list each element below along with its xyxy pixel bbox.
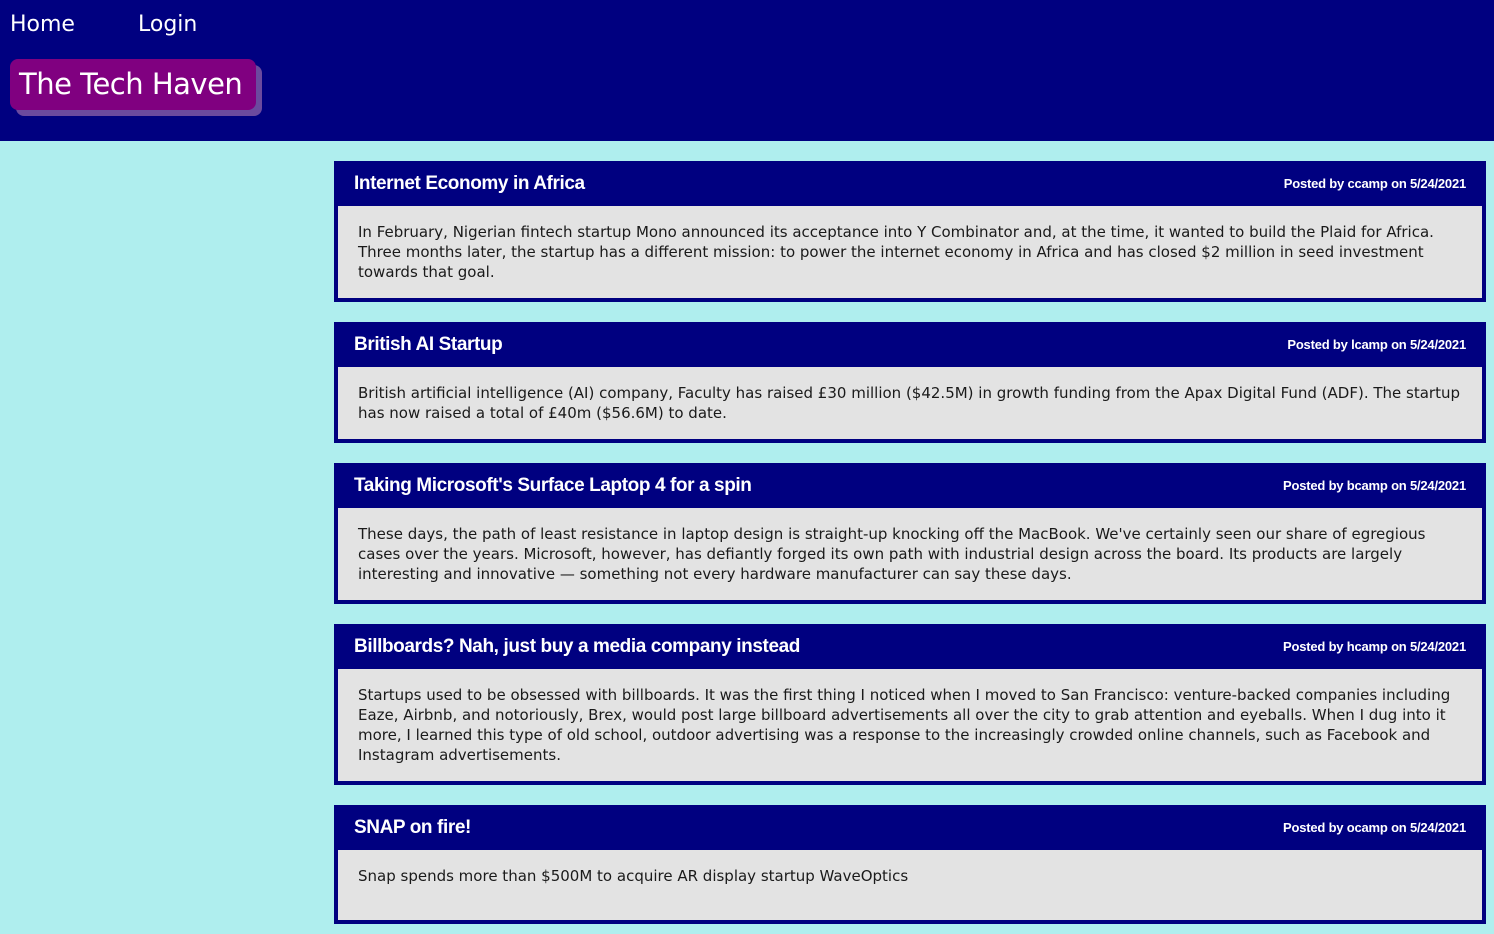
post-meta: Posted by ccamp on 5/24/2021 — [1283, 176, 1466, 191]
nav-home-link[interactable]: Home — [10, 10, 75, 40]
post-list: Internet Economy in Africa Posted by cca… — [334, 161, 1486, 934]
post-body: Snap spends more than $500M to acquire A… — [338, 850, 1482, 920]
post-card[interactable]: Internet Economy in Africa Posted by cca… — [334, 161, 1486, 302]
post-card[interactable]: Billboards? Nah, just buy a media compan… — [334, 624, 1486, 785]
post-title[interactable]: British AI Startup — [354, 334, 503, 356]
post-header: British AI Startup Posted by lcamp on 5/… — [338, 322, 1482, 367]
post-card[interactable]: SNAP on fire! Posted by ocamp on 5/24/20… — [334, 805, 1486, 924]
post-title[interactable]: Taking Microsoft's Surface Laptop 4 for … — [354, 475, 752, 497]
post-body: British artificial intelligence (AI) com… — [338, 367, 1482, 439]
post-title[interactable]: Billboards? Nah, just buy a media compan… — [354, 636, 800, 658]
post-meta: Posted by ocamp on 5/24/2021 — [1283, 820, 1466, 835]
post-body: Startups used to be obsessed with billbo… — [338, 669, 1482, 781]
nav-login-link[interactable]: Login — [138, 10, 197, 40]
post-header: Billboards? Nah, just buy a media compan… — [338, 624, 1482, 669]
post-body: In February, Nigerian fintech startup Mo… — [338, 206, 1482, 298]
post-meta: Posted by hcamp on 5/24/2021 — [1283, 639, 1466, 654]
post-header: Internet Economy in Africa Posted by cca… — [338, 161, 1482, 206]
site-header: Home Login The Tech Haven — [0, 0, 1494, 141]
post-title[interactable]: Internet Economy in Africa — [354, 173, 585, 195]
post-meta: Posted by bcamp on 5/24/2021 — [1283, 478, 1466, 493]
post-card[interactable]: British AI Startup Posted by lcamp on 5/… — [334, 322, 1486, 443]
post-title[interactable]: SNAP on fire! — [354, 817, 471, 839]
post-body: These days, the path of least resistance… — [338, 508, 1482, 600]
site-brand-title: The Tech Haven — [10, 59, 257, 110]
post-card[interactable]: Taking Microsoft's Surface Laptop 4 for … — [334, 463, 1486, 604]
post-header: Taking Microsoft's Surface Laptop 4 for … — [338, 463, 1482, 508]
post-meta: Posted by lcamp on 5/24/2021 — [1287, 337, 1466, 352]
post-header: SNAP on fire! Posted by ocamp on 5/24/20… — [338, 805, 1482, 850]
